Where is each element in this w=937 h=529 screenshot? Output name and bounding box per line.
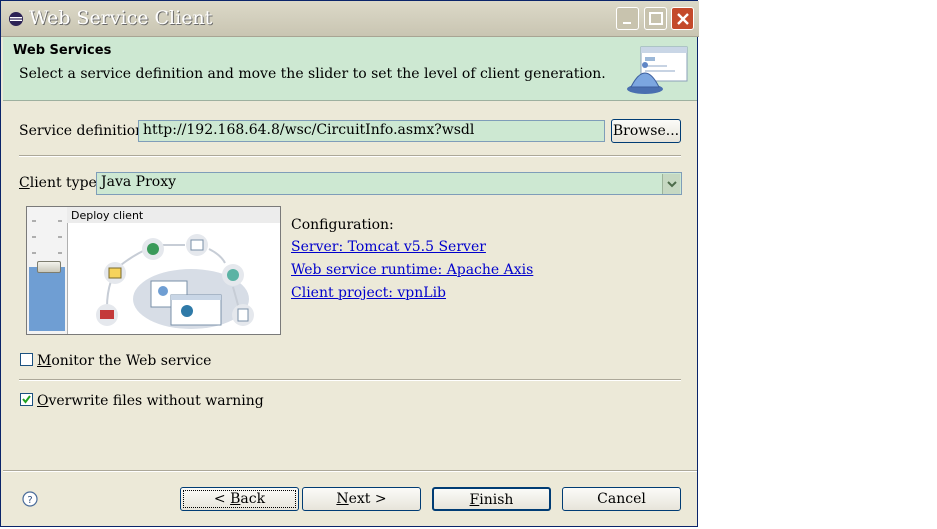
finish-button[interactable]: Finish xyxy=(432,487,551,511)
close-button[interactable] xyxy=(671,7,694,30)
configuration-heading: Configuration: xyxy=(291,217,394,233)
close-icon xyxy=(677,13,689,25)
slider-thumb[interactable] xyxy=(37,261,61,273)
client-generation-slider-panel: Deploy client xyxy=(26,206,281,335)
separator xyxy=(19,379,681,381)
button-bar-separator xyxy=(3,470,697,472)
overwrite-checkbox[interactable] xyxy=(20,393,33,406)
client-type-label-text: lient type: xyxy=(29,175,102,191)
chevron-down-icon xyxy=(667,181,677,188)
finish-mnemonic: F xyxy=(469,492,480,508)
minimize-button[interactable] xyxy=(616,7,639,30)
client-type-mnemonic: C xyxy=(19,175,30,191)
eclipse-icon xyxy=(9,12,23,26)
combo-dropdown-button[interactable] xyxy=(662,174,680,194)
separator xyxy=(19,155,681,157)
maximize-icon xyxy=(649,12,663,25)
server-link[interactable]: Server: Tomcat v5.5 Server xyxy=(291,239,486,255)
web-service-runtime-link[interactable]: Web service runtime: Apache Axis xyxy=(291,262,533,278)
back-mnemonic: B xyxy=(230,491,241,507)
next-label: ext > xyxy=(348,491,387,507)
next-button[interactable]: Next > xyxy=(302,487,421,511)
client-type-combo[interactable]: Java Proxy xyxy=(96,172,682,195)
monitor-label-text: onitor the Web service xyxy=(51,353,212,369)
web-service-client-dialog: Web Service Client Web Services Select a… xyxy=(0,0,699,527)
banner-description: Select a service definition and move the… xyxy=(19,66,606,82)
help-icon[interactable]: ? xyxy=(22,491,38,507)
back-label: ack xyxy=(240,491,266,507)
client-type-label: Client type: xyxy=(19,175,102,191)
wizard-banner: Web Services Select a service definition… xyxy=(3,37,697,101)
level-label: Deploy client xyxy=(71,209,144,222)
deploy-client-diagram xyxy=(96,234,254,329)
overwrite-mnemonic: O xyxy=(37,393,49,409)
back-prefix: < xyxy=(213,491,231,507)
client-type-value: Java Proxy xyxy=(101,174,177,190)
banner-title: Web Services xyxy=(13,43,112,58)
svg-text:?: ? xyxy=(27,495,32,506)
overwrite-label: Overwrite files without warning xyxy=(37,393,264,409)
service-definition-label: Service definition: xyxy=(19,123,149,139)
overwrite-label-text: verwrite files without warning xyxy=(48,393,264,409)
web-service-bell-icon xyxy=(627,46,688,94)
next-mnemonic: N xyxy=(336,491,349,507)
finish-label: inish xyxy=(479,492,514,508)
slider-fill xyxy=(29,267,65,331)
window-title: Web Service Client xyxy=(29,7,213,29)
minimize-icon xyxy=(623,22,631,24)
monitor-checkbox[interactable] xyxy=(20,353,33,366)
browse-button[interactable]: Browse... xyxy=(611,119,681,143)
title-bar[interactable]: Web Service Client xyxy=(1,1,699,37)
cancel-button[interactable]: Cancel xyxy=(562,487,681,511)
monitor-label: Monitor the Web service xyxy=(37,353,211,369)
service-definition-field[interactable]: http://192.168.64.8/wsc/CircuitInfo.asmx… xyxy=(138,120,605,142)
checkmark-icon xyxy=(22,395,31,404)
monitor-mnemonic: M xyxy=(37,353,52,369)
maximize-button[interactable] xyxy=(644,7,667,30)
back-button[interactable]: < Back xyxy=(180,487,299,511)
client-generation-slider[interactable] xyxy=(27,207,68,334)
client-project-link[interactable]: Client project: vpnLib xyxy=(291,285,446,301)
